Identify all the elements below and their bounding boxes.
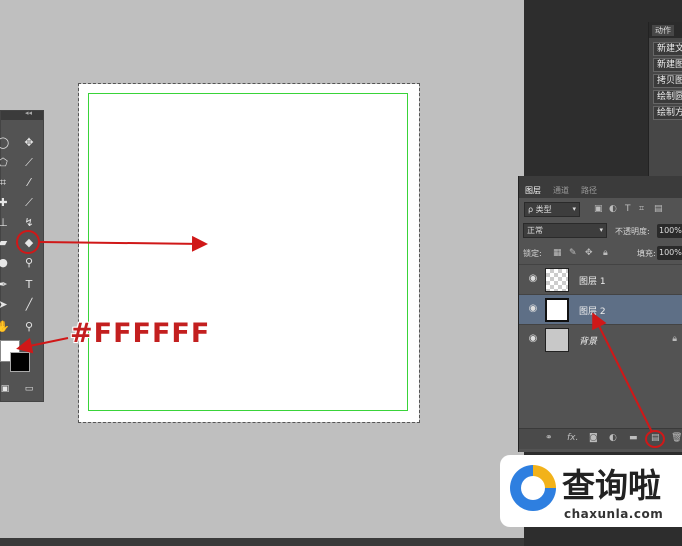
arrow-new-layer-to-layer2 xyxy=(592,312,653,433)
logo-q-icon xyxy=(510,465,556,511)
arrow-bucket-to-canvas xyxy=(39,235,208,252)
arrow-hex-to-swatch xyxy=(16,337,69,354)
watermark-logo: 查询啦 chaxunla.com xyxy=(500,455,682,527)
logo-url: chaxunla.com xyxy=(564,507,664,521)
logo-text: 查询啦 xyxy=(562,466,661,505)
